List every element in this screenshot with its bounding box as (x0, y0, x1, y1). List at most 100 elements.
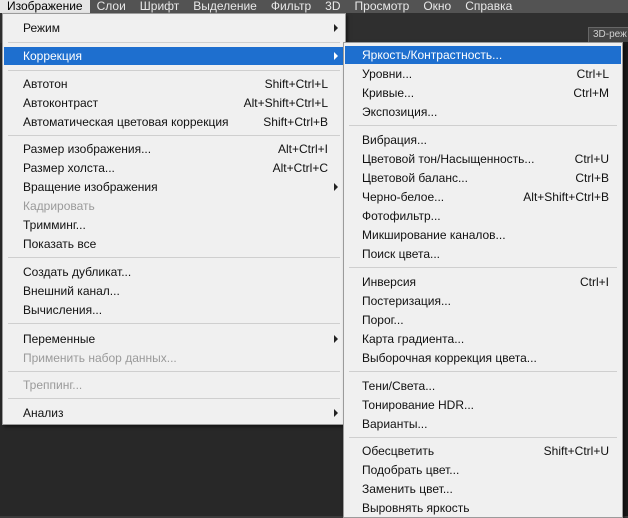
menu-item-label: Поиск цвета... (362, 247, 441, 261)
submenu-item-variations[interactable]: Варианты... (345, 415, 621, 433)
submenu-item-posterize[interactable]: Постеризация... (345, 292, 621, 310)
menu-item-label: Фотофильтр... (362, 209, 441, 223)
menu-item-label: Показать все (23, 237, 97, 251)
submenu-item-curves[interactable]: Кривые... Ctrl+M (345, 84, 621, 102)
menu-item-label: Вибрация... (362, 133, 428, 147)
menu-item-image-rotation[interactable]: Вращение изображения (4, 178, 344, 196)
menu-item-apply-image[interactable]: Внешний канал... (4, 282, 344, 300)
menu-item-label: Порог... (362, 313, 404, 327)
shortcut-text: Shift+Ctrl+U (543, 444, 609, 458)
menu-item-label: Подобрать цвет... (362, 463, 460, 477)
menu-type[interactable]: Шрифт (133, 0, 186, 13)
workspace-3d-button[interactable]: 3D-реж (588, 27, 628, 43)
menu-item-label: Режим (23, 21, 60, 35)
menu-view[interactable]: Просмотр (348, 0, 417, 13)
separator (8, 371, 340, 372)
menu-item-label: Тонирование HDR... (362, 398, 474, 412)
shortcut-text: Alt+Shift+Ctrl+B (523, 190, 609, 204)
menu-item-label: Применить набор данных... (23, 351, 177, 365)
menu-item-trap[interactable]: Треппинг... (4, 376, 344, 394)
menu-item-mode[interactable]: Режим (4, 19, 344, 37)
adjustments-submenu: Яркость/Контрастность... Уровни... Ctrl+… (343, 42, 623, 518)
menu-item-label: Анализ (23, 406, 64, 420)
menu-item-trim[interactable]: Тримминг... (4, 216, 344, 234)
menu-item-auto-color[interactable]: Автоматическая цветовая коррекция Shift+… (4, 113, 344, 131)
submenu-item-channel-mixer[interactable]: Микширование каналов... (345, 226, 621, 244)
menu-item-label: Экспозиция... (362, 105, 438, 119)
menu-item-label: Внешний канал... (23, 284, 120, 298)
submenu-item-equalize[interactable]: Выровнять яркость (345, 499, 621, 517)
shortcut-text: Alt+Ctrl+I (277, 142, 328, 156)
menu-item-variables[interactable]: Переменные (4, 330, 344, 348)
submenu-arrow-icon (334, 409, 338, 417)
shortcut-text: Shift+Ctrl+L (264, 77, 328, 91)
submenu-item-replace-color[interactable]: Заменить цвет... (345, 480, 621, 498)
menu-item-label: Вращение изображения (23, 180, 158, 194)
submenu-item-desaturate[interactable]: Обесцветить Shift+Ctrl+U (345, 442, 621, 460)
menu-item-label: Переменные (23, 332, 96, 346)
menu-item-calculations[interactable]: Вычисления... (4, 301, 344, 319)
menu-item-label: Создать дубликат... (23, 265, 132, 279)
submenu-item-color-lookup[interactable]: Поиск цвета... (345, 245, 621, 263)
submenu-item-exposure[interactable]: Экспозиция... (345, 103, 621, 121)
submenu-item-selective-color[interactable]: Выборочная коррекция цвета... (345, 349, 621, 367)
submenu-arrow-icon (334, 24, 338, 32)
menu-item-label: Кривые... (362, 86, 415, 100)
menu-item-image-size[interactable]: Размер изображения... Alt+Ctrl+I (4, 140, 344, 158)
separator (8, 257, 340, 258)
shortcut-text: Ctrl+U (574, 152, 609, 166)
menu-item-label: Цветовой баланс... (362, 171, 468, 185)
menu-item-label: Заменить цвет... (362, 482, 453, 496)
menu-window[interactable]: Окно (416, 0, 458, 13)
menu-item-canvas-size[interactable]: Размер холста... Alt+Ctrl+C (4, 159, 344, 177)
menu-item-apply-data-set[interactable]: Применить набор данных... (4, 349, 344, 367)
submenu-item-black-white[interactable]: Черно-белое... Alt+Shift+Ctrl+B (345, 188, 621, 206)
menu-item-label: Тримминг... (23, 218, 86, 232)
menu-item-analysis[interactable]: Анализ (4, 404, 344, 422)
menu-item-label: Вычисления... (23, 303, 103, 317)
menu-item-duplicate[interactable]: Создать дубликат... (4, 263, 344, 281)
shortcut-text: Alt+Ctrl+C (272, 161, 328, 175)
separator (8, 398, 340, 399)
menu-item-adjustments[interactable]: Коррекция (4, 47, 344, 65)
menu-item-label: Черно-белое... (362, 190, 445, 204)
submenu-item-photo-filter[interactable]: Фотофильтр... (345, 207, 621, 225)
submenu-item-gradient-map[interactable]: Карта градиента... (345, 330, 621, 348)
menu-item-crop[interactable]: Кадрировать (4, 197, 344, 215)
menu-item-label: Размер изображения... (23, 142, 152, 156)
menu-layers[interactable]: Слои (90, 0, 133, 13)
separator (349, 437, 617, 438)
menu-filter[interactable]: Фильтр (264, 0, 318, 13)
submenu-item-invert[interactable]: Инверсия Ctrl+I (345, 273, 621, 291)
menu-item-label: Выборочная коррекция цвета... (362, 351, 537, 365)
separator (8, 135, 340, 136)
submenu-item-shadows-highlights[interactable]: Тени/Света... (345, 377, 621, 395)
menu-item-auto-tone[interactable]: Автотон Shift+Ctrl+L (4, 75, 344, 93)
submenu-item-match-color[interactable]: Подобрать цвет... (345, 461, 621, 479)
submenu-item-vibrance[interactable]: Вибрация... (345, 131, 621, 149)
menu-item-auto-contrast[interactable]: Автоконтраст Alt+Shift+Ctrl+L (4, 94, 344, 112)
menu-item-reveal-all[interactable]: Показать все (4, 235, 344, 253)
menu-help[interactable]: Справка (458, 0, 519, 13)
submenu-item-threshold[interactable]: Порог... (345, 311, 621, 329)
shortcut-text: Ctrl+L (576, 67, 609, 81)
menu-select[interactable]: Выделение (186, 0, 264, 13)
submenu-item-hue-saturation[interactable]: Цветовой тон/Насыщенность... Ctrl+U (345, 150, 621, 168)
menu-image[interactable]: Изображение (0, 0, 90, 13)
shortcut-text: Ctrl+B (575, 171, 609, 185)
submenu-item-brightness-contrast[interactable]: Яркость/Контрастность... (345, 46, 621, 64)
menu-item-label: Варианты... (362, 417, 428, 431)
separator (349, 371, 617, 372)
separator (349, 125, 617, 126)
shortcut-text: Ctrl+M (573, 86, 609, 100)
separator (8, 42, 340, 43)
menu-item-label: Автоконтраст (23, 96, 99, 110)
submenu-item-hdr-toning[interactable]: Тонирование HDR... (345, 396, 621, 414)
menu-3d[interactable]: 3D (318, 0, 347, 13)
submenu-item-color-balance[interactable]: Цветовой баланс... Ctrl+B (345, 169, 621, 187)
menu-item-label: Треппинг... (23, 378, 83, 392)
shortcut-text: Alt+Shift+Ctrl+L (243, 96, 328, 110)
shortcut-text: Ctrl+I (579, 275, 609, 289)
submenu-item-levels[interactable]: Уровни... Ctrl+L (345, 65, 621, 83)
menu-item-label: Коррекция (23, 49, 83, 63)
